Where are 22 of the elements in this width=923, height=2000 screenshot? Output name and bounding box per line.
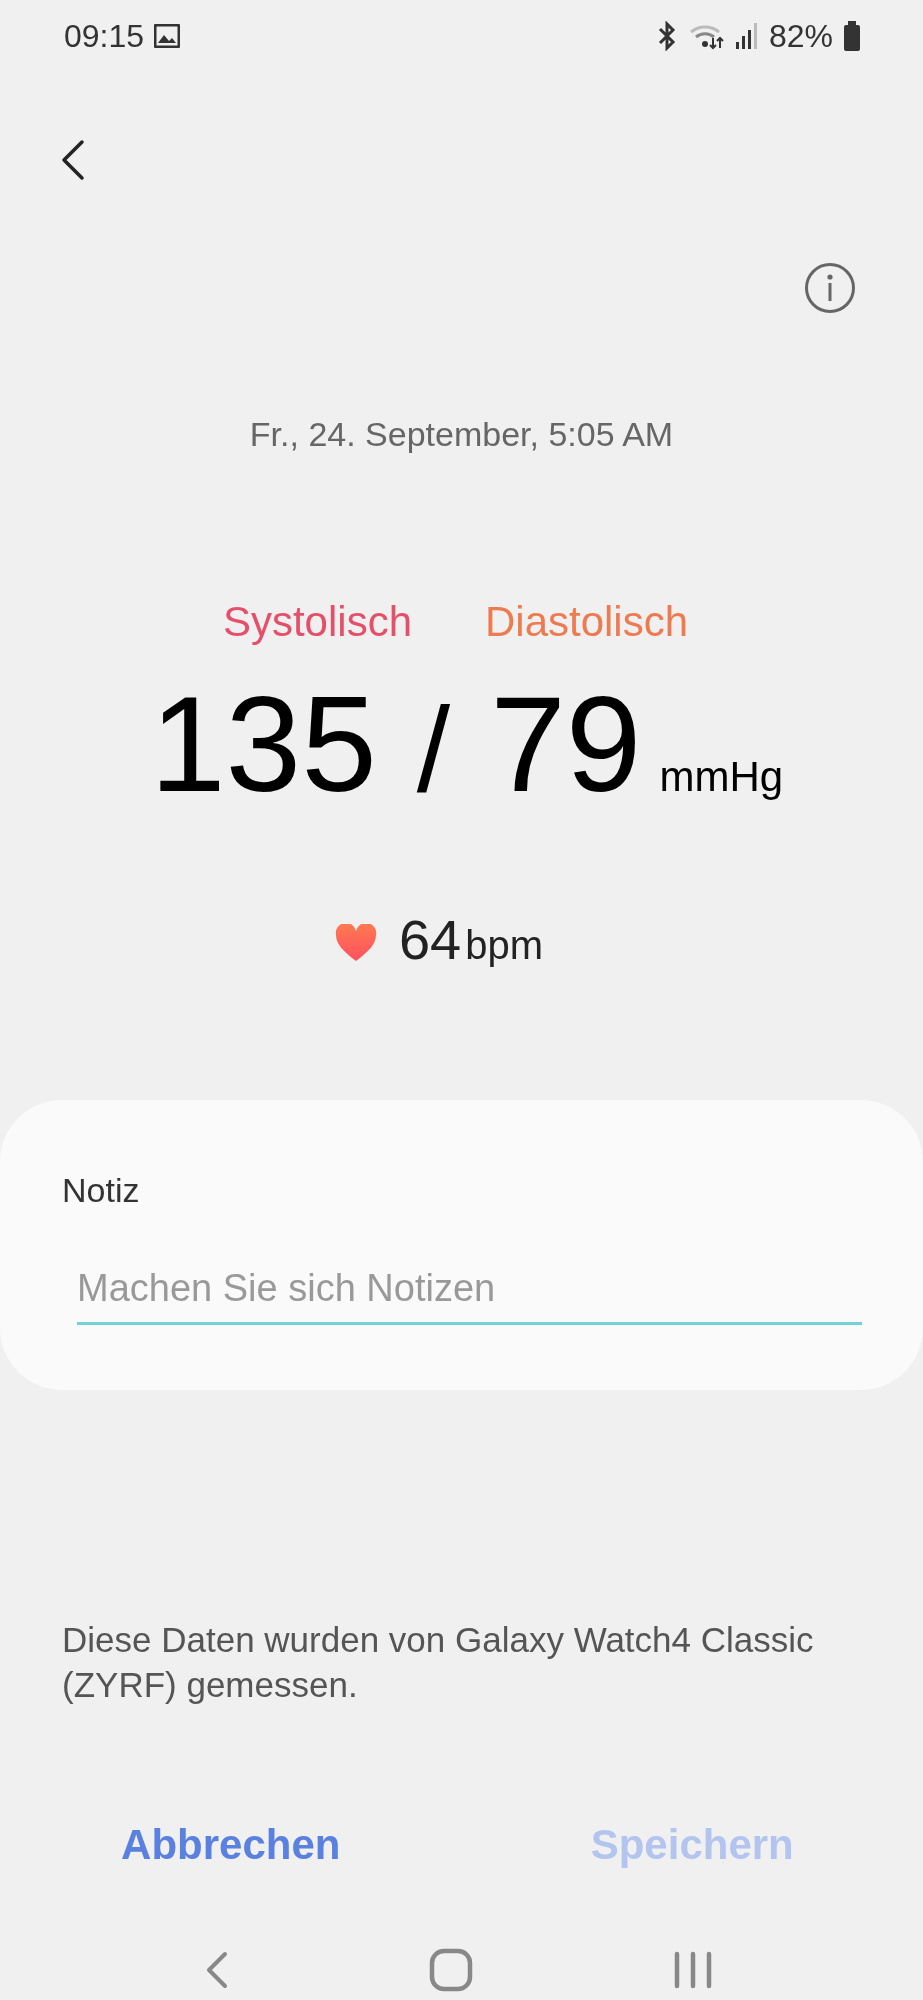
info-icon[interactable]	[804, 262, 856, 314]
diastolic-value: 79	[490, 669, 642, 819]
home-icon[interactable]	[428, 1948, 473, 1992]
battery-icon	[843, 21, 861, 51]
systolic-value: 135	[149, 669, 377, 819]
battery-level: 82%	[768, 17, 833, 55]
pressure-unit: mmHg	[659, 752, 784, 802]
note-field[interactable]: Machen Sie sich Notizen	[77, 1255, 862, 1325]
image-icon	[154, 24, 181, 48]
diastolic-label: Diastolisch	[485, 597, 689, 647]
recent-apps-icon[interactable]	[672, 1950, 713, 1990]
signal-icon	[734, 22, 759, 50]
separator: /	[416, 681, 451, 818]
heart-icon	[334, 923, 377, 962]
pulse-value: 64	[398, 910, 462, 970]
source-note: Diese Daten wurden von Galaxy Watch4 Classic (ZYRF) gemessen.	[62, 1619, 815, 1706]
systolic-label: Systolisch	[222, 597, 412, 647]
date-time: Fr., 24. September, 5:05 AM	[248, 414, 675, 454]
pulse-unit: bpm	[465, 922, 544, 969]
clock: 09:15	[64, 17, 145, 55]
note-label: Notiz	[62, 1170, 141, 1210]
cancel-button[interactable]: Abbrechen	[0, 1815, 462, 1875]
